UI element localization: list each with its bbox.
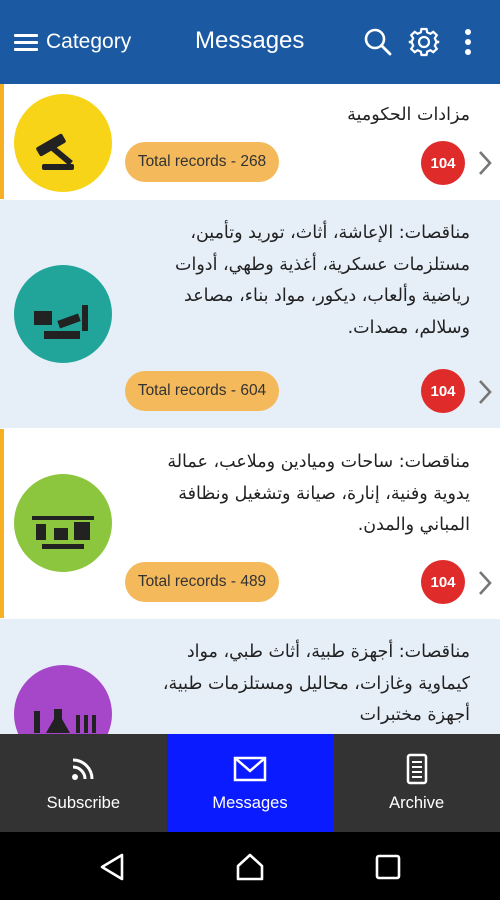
list-item[interactable]: مناقصات: ساحات وميادين وملاعب، عمالة يدو… (0, 429, 500, 619)
auction-logo (14, 94, 112, 192)
category-menu-button[interactable]: Category (14, 24, 131, 60)
gavel-icon (36, 133, 74, 170)
recent-apps-icon[interactable] (373, 852, 403, 882)
app-bar: Category Messages (0, 0, 500, 84)
system-navigation-bar (0, 832, 500, 900)
chevron-right-icon[interactable] (476, 569, 494, 597)
nav-messages[interactable]: Messages (166, 734, 334, 832)
envelope-icon (233, 756, 267, 782)
tenders-logo (14, 474, 112, 572)
count-badge: 104 (421, 560, 465, 604)
list-item[interactable]: مزادات الحكومية Total records - 268 104 (0, 84, 500, 200)
total-records[interactable]: Total records - 489 (125, 562, 279, 602)
nav-archive[interactable]: Archive (333, 734, 500, 832)
more-vertical-icon[interactable] (452, 26, 484, 58)
back-icon[interactable] (98, 852, 128, 882)
total-records[interactable]: Total records - 268 (125, 142, 279, 182)
messages-list: مزادات الحكومية Total records - 268 104 … (0, 84, 500, 734)
tenders-logo (14, 265, 112, 363)
nav-subscribe[interactable]: Subscribe (0, 734, 167, 832)
nav-archive-label: Archive (389, 794, 445, 812)
page-title: Messages (195, 27, 305, 54)
list-item[interactable]: مناقصات: الإعاشة، أثاث، توريد وتأمين، مس… (0, 200, 500, 429)
item-title: مناقصات: أجهزة طبية، أثاث طبي، مواد كيما… (162, 642, 470, 725)
lab-flask-icon (34, 709, 96, 733)
tenders-emblem-icon (32, 516, 94, 549)
tenders-emblem-icon (34, 305, 88, 339)
total-records[interactable]: Total records - 604 (125, 371, 279, 411)
chevron-right-icon[interactable] (476, 378, 494, 406)
hamburger-icon (14, 32, 40, 52)
document-icon (406, 753, 427, 785)
nav-subscribe-label: Subscribe (46, 794, 121, 812)
rss-icon (72, 758, 94, 780)
tenders-logo (14, 665, 112, 734)
count-badge: 104 (421, 369, 465, 413)
item-title: مناقصات: الإعاشة، أثاث، توريد وتأمين، مس… (175, 223, 470, 338)
item-title: مناقصات: ساحات وميادين وملاعب، عمالة يدو… (167, 452, 470, 535)
home-icon[interactable] (235, 852, 265, 882)
count-badge: 104 (421, 141, 465, 185)
item-title: مزادات الحكومية (347, 105, 470, 125)
chevron-right-icon[interactable] (476, 149, 494, 177)
search-icon[interactable] (362, 26, 394, 58)
accent-bar (0, 84, 4, 199)
gear-icon[interactable] (408, 26, 440, 58)
bottom-navigation: Subscribe Messages Archive (0, 734, 500, 832)
accent-bar (0, 429, 4, 618)
nav-messages-label: Messages (212, 794, 288, 812)
list-item[interactable]: مناقصات: أجهزة طبية، أثاث طبي، مواد كيما… (0, 619, 500, 734)
category-label: Category (46, 30, 132, 53)
